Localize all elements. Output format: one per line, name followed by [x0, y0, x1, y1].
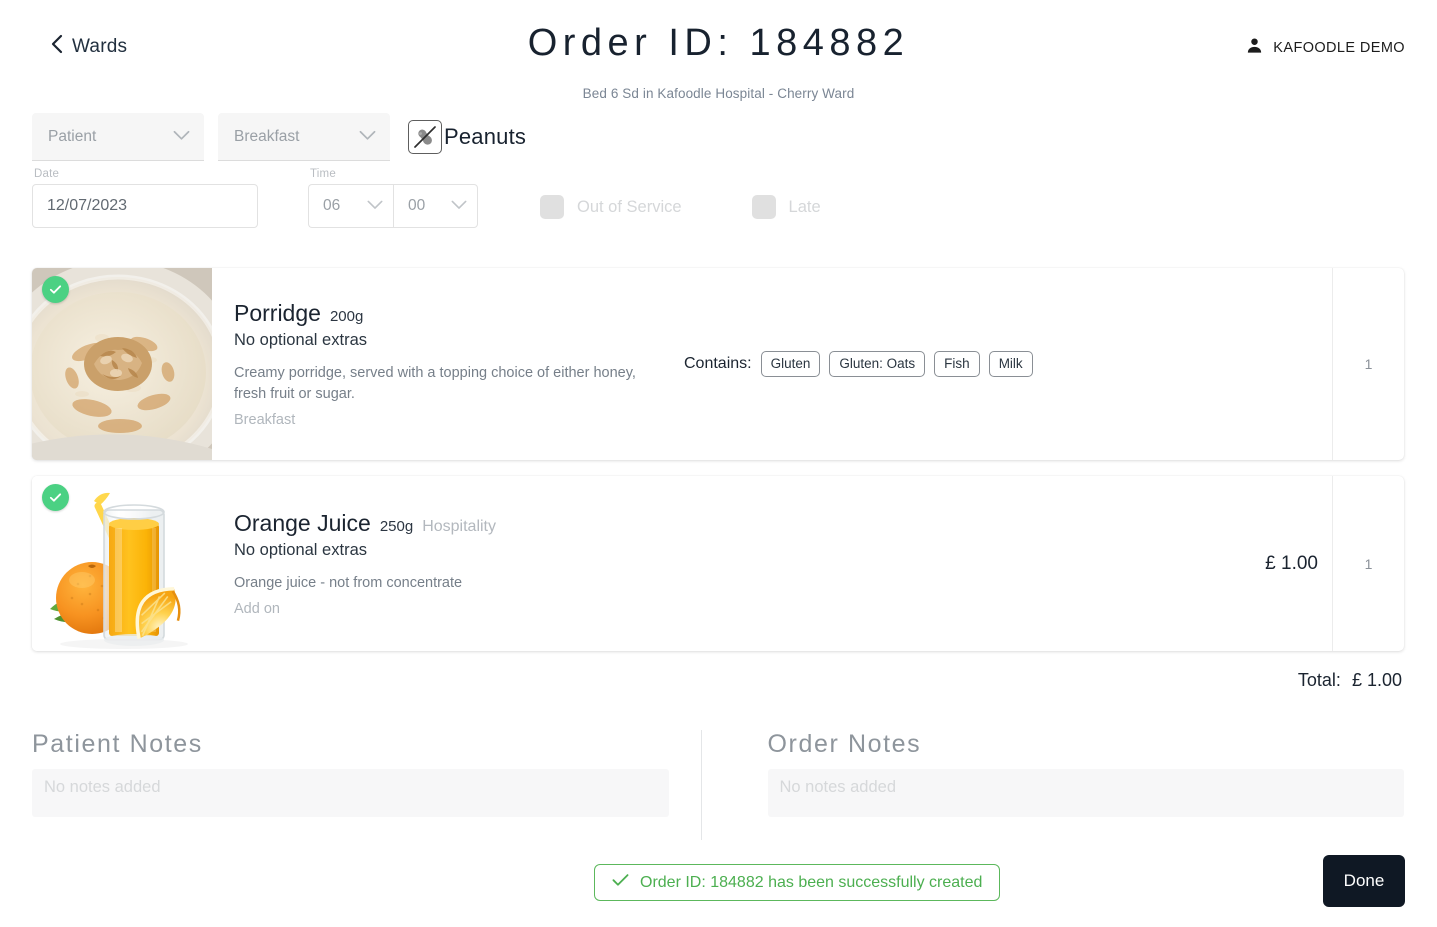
out-of-service-label: Out of Service [577, 197, 682, 216]
item-thumbnail-wrap [32, 268, 212, 460]
order-item-row[interactable]: Porridge 200g No optional extras Creamy … [32, 268, 1404, 460]
date-field-group: Date 12/07/2023 [32, 168, 258, 228]
item-course: Add on [234, 601, 280, 617]
order-notes-field[interactable]: No notes added [767, 769, 1405, 817]
order-total: Total: £ 1.00 [1298, 670, 1402, 691]
item-tagword: Hospitality [422, 517, 496, 535]
allergen-tag: Milk [988, 351, 1033, 377]
date-label: Date [34, 168, 60, 180]
user-menu[interactable]: KAFOODLE DEMO [1245, 36, 1405, 60]
total-label: Total: [1297, 670, 1341, 690]
checkbox-icon [751, 195, 776, 219]
item-quantity: 1 [1332, 476, 1404, 651]
allergen-tag: Gluten [760, 351, 821, 377]
patient-notes-column: Patient Notes No notes added [32, 730, 669, 840]
item-weight: 200g [329, 307, 364, 325]
date-time-row: Date 12/07/2023 Time 06 00 Out of Servic… [32, 168, 821, 228]
check-circle-icon [42, 484, 69, 511]
peanut-crossed-icon [408, 120, 442, 154]
patient-select-value: Patient [48, 127, 97, 145]
out-of-service-checkbox[interactable]: Out of Service [540, 195, 682, 219]
item-description: Creamy porridge, served with a topping c… [234, 364, 636, 402]
user-name: KAFOODLE DEMO [1273, 40, 1405, 56]
date-input[interactable]: 12/07/2023 [32, 184, 258, 228]
late-label: Late [788, 197, 821, 216]
item-extras: No optional extras [234, 540, 367, 559]
minute-select[interactable]: 00 [393, 184, 478, 228]
check-circle-icon [42, 276, 69, 303]
allergen-tag: Gluten: Oats [829, 351, 926, 377]
chevron-down-icon [359, 128, 376, 146]
item-description: Orange juice - not from concentrate [234, 574, 463, 591]
item-quantity: 1 [1332, 268, 1404, 460]
filter-bar: Patient Breakfast Peanuts [32, 113, 526, 161]
order-detail-page: Wards Order ID: 184882 Bed 6 Sd in Kafoo… [0, 0, 1437, 927]
checkbox-icon [540, 195, 564, 219]
check-icon [612, 873, 629, 892]
notes-divider [700, 730, 702, 840]
item-info: Porridge 200g No optional extras Creamy … [234, 300, 654, 428]
done-button[interactable]: Done [1323, 855, 1405, 907]
item-name: Porridge [234, 299, 321, 326]
chevron-down-icon [173, 128, 190, 146]
patient-notes-field[interactable]: No notes added [32, 769, 669, 817]
item-body: Porridge 200g No optional extras Creamy … [212, 268, 1332, 460]
patient-notes-title: Patient Notes [32, 730, 203, 758]
order-notes-value: No notes added [779, 778, 897, 796]
item-price: £ 1.00 [1265, 552, 1318, 574]
patient-notes-value: No notes added [44, 778, 161, 796]
item-allergen-list: Contains: Gluten Gluten: Oats Fish Milk [654, 351, 1232, 377]
order-item-row[interactable]: Orange Juice 250g Hospitality No optiona… [32, 476, 1404, 651]
hour-select[interactable]: 06 [308, 184, 393, 228]
item-extras: No optional extras [234, 330, 367, 349]
item-name-line: Orange Juice 250g Hospitality [234, 510, 654, 537]
meal-select[interactable]: Breakfast [218, 113, 390, 161]
meal-select-value: Breakfast [234, 127, 300, 145]
item-name: Orange Juice [234, 509, 371, 536]
order-notes-title: Order Notes [767, 730, 922, 758]
page-title: Order ID: 184882 [527, 22, 910, 64]
item-weight: 250g [379, 517, 414, 535]
order-item-list: Porridge 200g No optional extras Creamy … [32, 268, 1404, 667]
hour-value: 06 [323, 197, 341, 214]
item-name-line: Porridge 200g [234, 300, 654, 327]
page-subtitle: Bed 6 Sd in Kafoodle Hospital - Cherry W… [582, 86, 855, 101]
late-checkbox[interactable]: Late [751, 195, 821, 219]
time-field-group: Time 06 00 [308, 168, 478, 228]
item-info: Orange Juice 250g Hospitality No optiona… [234, 510, 654, 617]
minute-value: 00 [408, 197, 426, 214]
success-toast: Order ID: 184882 has been successfully c… [594, 864, 1001, 901]
patient-select[interactable]: Patient [32, 113, 204, 161]
date-value: 12/07/2023 [47, 197, 128, 214]
total-amount: £ 1.00 [1351, 670, 1402, 690]
contains-label: Contains: [684, 355, 752, 372]
person-icon [1245, 36, 1264, 60]
allergen-indicator: Peanuts [408, 120, 526, 154]
item-course: Breakfast [234, 412, 296, 429]
order-notes-column: Order Notes No notes added [767, 730, 1405, 840]
item-thumbnail-wrap [32, 476, 212, 651]
allergen-tag: Fish [934, 351, 980, 377]
allergen-label: Peanuts [444, 124, 527, 149]
notes-section: Patient Notes No notes added Order Notes… [32, 730, 1405, 840]
chevron-down-icon [451, 197, 467, 215]
time-label: Time [310, 168, 336, 180]
status-checkboxes: Out of Service Late [540, 195, 821, 228]
chevron-down-icon [367, 197, 383, 215]
toast-message: Order ID: 184882 has been successfully c… [640, 873, 983, 891]
item-body: Orange Juice 250g Hospitality No optiona… [212, 476, 1332, 651]
